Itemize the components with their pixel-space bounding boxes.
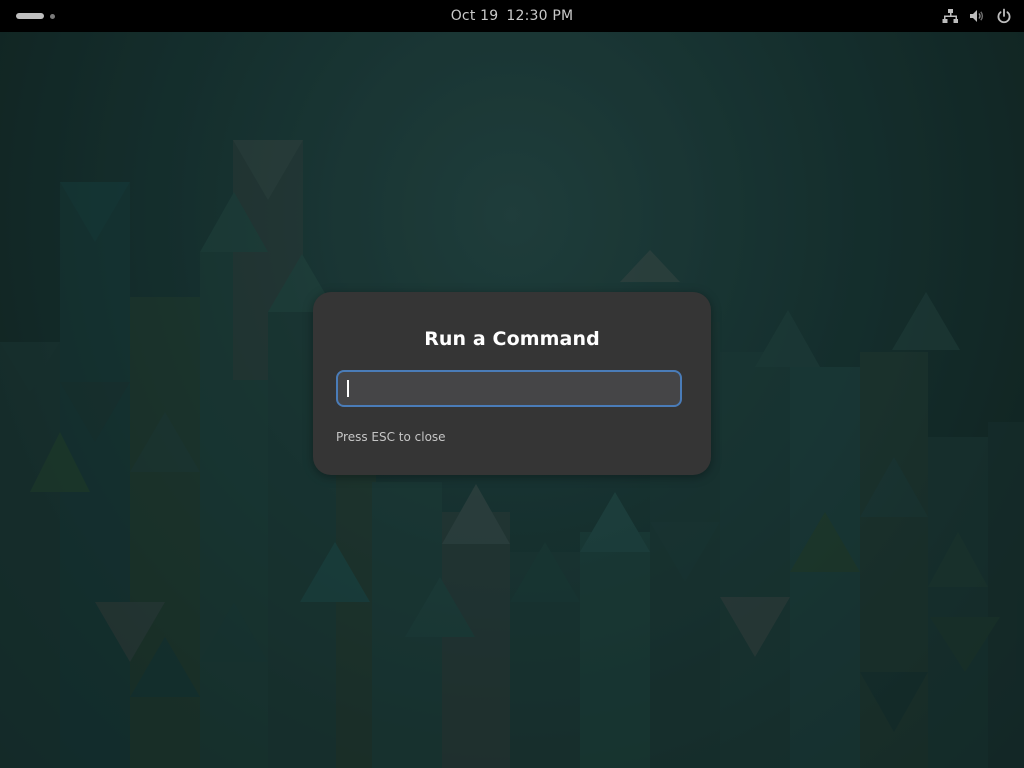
power-icon[interactable] bbox=[996, 8, 1012, 24]
run-command-dialog: Run a Command Press ESC to close bbox=[313, 292, 711, 475]
top-bar: Oct 19 12:30 PM bbox=[0, 0, 1024, 32]
desktop: Oct 19 12:30 PM Run a Command Press ESC … bbox=[0, 0, 1024, 768]
text-cursor bbox=[347, 380, 349, 397]
workspace-indicator-dot bbox=[50, 14, 55, 19]
network-icon[interactable] bbox=[942, 8, 959, 24]
volume-icon[interactable] bbox=[969, 8, 985, 24]
system-status-area[interactable] bbox=[931, 0, 1012, 32]
workspace-indicator-active bbox=[16, 13, 44, 19]
clock-time: 12:30 PM bbox=[506, 8, 574, 24]
activities-button[interactable] bbox=[10, 6, 62, 26]
dialog-title: Run a Command bbox=[424, 328, 600, 350]
date-time-button[interactable]: Oct 19 12:30 PM bbox=[362, 0, 662, 32]
dialog-hint: Press ESC to close bbox=[336, 430, 446, 444]
command-input[interactable] bbox=[336, 370, 682, 407]
clock-date: Oct 19 bbox=[450, 8, 499, 24]
